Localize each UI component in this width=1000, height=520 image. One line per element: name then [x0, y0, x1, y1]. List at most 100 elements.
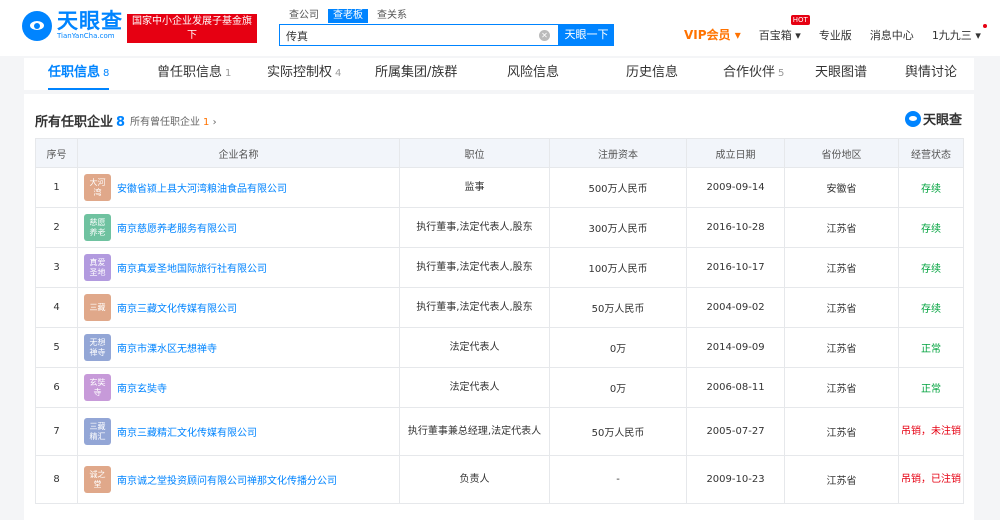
tab-partners[interactable]: 合作伙伴 5 — [723, 58, 784, 90]
site-logo[interactable]: 天眼查 TianYanCha.com — [22, 10, 123, 41]
tab-current-positions[interactable]: 任职信息 8 — [48, 58, 110, 90]
tab-label: 曾任职信息 — [157, 65, 223, 80]
company-avatar[interactable]: 三藏 精汇 — [84, 418, 111, 445]
company-avatar[interactable]: 慈愿 养老 — [84, 214, 111, 241]
search-tab-boss[interactable]: 查老板 — [328, 9, 368, 23]
region-cell: 安徽省 — [784, 167, 899, 208]
company-link[interactable]: 南京慈愿养老服务有限公司 — [117, 220, 237, 235]
company-cell: 三藏 南京三藏文化传媒有限公司 — [77, 287, 400, 328]
slogan-line-2: 官方备案企业征信机构 — [142, 44, 242, 55]
company-cell: 大河 湾安徽省颍上县大河湾粮油食品有限公司 — [77, 167, 400, 208]
search-tab-company[interactable]: 查公司 — [284, 9, 324, 23]
row-index: 4 — [35, 287, 78, 328]
avatar-text: 玄奘 寺 — [89, 377, 106, 397]
date-cell: 2004-09-02 — [686, 287, 785, 328]
position-cell: 监事 — [399, 167, 550, 208]
logo-title: 天眼查 — [57, 9, 123, 33]
company-avatar[interactable]: 诚之 堂 — [84, 466, 111, 493]
tab-label: 合作伙伴 — [723, 65, 776, 80]
sub-link-count: 1 — [203, 117, 210, 128]
pro-link[interactable]: 专业版 — [819, 27, 852, 43]
status-cell: 存续 — [898, 287, 964, 328]
tab-graph[interactable]: 天眼图谱 — [815, 58, 867, 90]
chevron-down-icon: ▾ — [975, 28, 981, 42]
slogan-badge: 国家中小企业发展子基金旗下 官方备案企业征信机构 — [127, 14, 257, 55]
tab-group[interactable]: 所属集团/族群 — [375, 58, 457, 90]
company-link[interactable]: 南京市溧水区无想禅寺 — [117, 340, 217, 355]
col-header-capital: 注册资本 — [549, 138, 687, 168]
company-avatar[interactable]: 玄奘 寺 — [84, 374, 111, 401]
date-cell: 2014-09-09 — [686, 327, 785, 368]
messages-link[interactable]: 消息中心 — [870, 27, 914, 43]
company-link[interactable]: 安徽省颍上县大河湾粮油食品有限公司 — [117, 180, 287, 195]
search-input-value[interactable]: 传真 — [286, 28, 308, 44]
row-index: 7 — [35, 407, 78, 456]
eye-logo-icon — [22, 10, 52, 41]
company-link[interactable]: 南京玄奘寺 — [117, 380, 167, 395]
vip-menu[interactable]: VIP会员 ▾ — [684, 26, 741, 43]
row-index: 5 — [35, 327, 78, 368]
panel-title: 所有任职企业 8 — [35, 111, 125, 130]
tab-public-opinion[interactable]: 舆情讨论 — [905, 58, 957, 90]
avatar-text: 慈愿 养老 — [89, 217, 106, 237]
brand-text: 天眼查 — [922, 113, 962, 128]
search-tabs: 查公司 查老板 查关系 — [284, 9, 412, 23]
avatar-text: 大河 湾 — [89, 177, 106, 197]
capital-cell: - — [549, 455, 687, 504]
search-input[interactable]: 传真 ✕ — [279, 24, 559, 46]
table-row: 6 玄奘 寺南京玄奘寺 法定代表人 0万 2006-08-11 江苏省 正常 — [35, 367, 964, 408]
company-link[interactable]: 南京三藏精汇文化传媒有限公司 — [117, 424, 257, 439]
table-row: 1 大河 湾安徽省颍上县大河湾粮油食品有限公司 监事 500万人民币 2009-09-1… — [35, 167, 964, 208]
company-avatar[interactable]: 真爱 圣地 — [84, 254, 111, 281]
tab-history[interactable]: 历史信息 — [626, 58, 678, 90]
slogan-line-1: 国家中小企业发展子基金旗下 — [132, 16, 252, 41]
clear-icon[interactable]: ✕ — [539, 30, 550, 41]
company-cell: 玄奘 寺南京玄奘寺 — [77, 367, 400, 408]
baibaoxiang-label: 百宝箱 — [758, 28, 792, 42]
company-link[interactable]: 南京真爱圣地国际旅行社有限公司 — [117, 260, 267, 275]
section-tabs: 任职信息 8 曾任职信息 1 实际控制权 4 所属集团/族群 风险信息 历史信息 合作… — [24, 58, 974, 90]
tab-label: 实际控制权 — [267, 65, 333, 80]
date-cell: 2006-08-11 — [686, 367, 785, 408]
status-cell: 吊销，已注销 — [898, 455, 964, 504]
status-cell: 存续 — [898, 167, 964, 208]
date-cell: 2016-10-17 — [686, 247, 785, 288]
company-avatar[interactable]: 无想 禅寺 — [84, 334, 111, 361]
tab-past-positions[interactable]: 曾任职信息 1 — [157, 58, 231, 90]
avatar-text: 诚之 堂 — [89, 469, 106, 489]
user-menu[interactable]: 1九九三 ▾ — [932, 23, 987, 43]
status-cell: 存续 — [898, 247, 964, 288]
company-avatar[interactable]: 大河 湾 — [84, 174, 111, 201]
row-index: 3 — [35, 247, 78, 288]
table-row: 7 三藏 精汇 南京三藏精汇文化传媒有限公司 执行董事兼总经理,法定代表人 50万人民币… — [35, 407, 964, 456]
chevron-right-icon: › — [212, 117, 217, 128]
table-row: 8 诚之 堂南京诚之堂投资顾问有限公司禅那文化传播分公司 负责人 -2009-10-2… — [35, 455, 964, 504]
tab-label: 天眼图谱 — [815, 65, 868, 80]
company-link[interactable]: 南京诚之堂投资顾问有限公司禅那文化传播分公司 — [117, 472, 337, 487]
date-cell: 2009-09-14 — [686, 167, 785, 208]
baibaoxiang-menu[interactable]: 百宝箱 ▾ HOT — [758, 14, 810, 43]
brand-watermark: 天眼查 — [904, 109, 962, 128]
eye-logo-icon — [904, 110, 921, 127]
sub-link-text: 所有曾任职企业 — [130, 117, 200, 128]
top-nav: VIP会员 ▾ 百宝箱 ▾ HOT 专业版 消息中心 1九九三 ▾ — [684, 14, 999, 43]
positions-panel: 所有任职企业 8 所有曾任职企业 1 › 天眼查 序号 企业名称 职位 注册资本 成… — [24, 94, 974, 520]
company-avatar[interactable]: 三藏 — [84, 294, 111, 321]
col-header-status: 经营状态 — [898, 138, 964, 168]
past-positions-link[interactable]: 所有曾任职企业 1 › — [130, 113, 217, 128]
table-row: 2 慈愿 养老 南京慈愿养老服务有限公司 执行董事,法定代表人,股东 300万人民币 20… — [35, 207, 964, 248]
avatar-text: 无想 禅寺 — [89, 337, 106, 357]
company-link[interactable]: 南京三藏文化传媒有限公司 — [117, 300, 237, 315]
col-header-company: 企业名称 — [77, 138, 400, 168]
search-button[interactable]: 天眼一下 — [559, 24, 614, 46]
tab-actual-control[interactable]: 实际控制权 4 — [267, 58, 341, 90]
col-header-position: 职位 — [399, 138, 550, 168]
capital-cell: 0万 — [549, 367, 687, 408]
date-cell: 2009-10-23 — [686, 455, 785, 504]
capital-cell: 300万人民币 — [549, 207, 687, 248]
search-tab-relation[interactable]: 查关系 — [372, 9, 412, 23]
date-cell: 2005-07-27 — [686, 407, 785, 456]
position-cell: 执行董事,法定代表人,股东 — [399, 247, 550, 288]
tab-risk[interactable]: 风险信息 — [507, 58, 559, 90]
notification-dot — [982, 23, 987, 28]
